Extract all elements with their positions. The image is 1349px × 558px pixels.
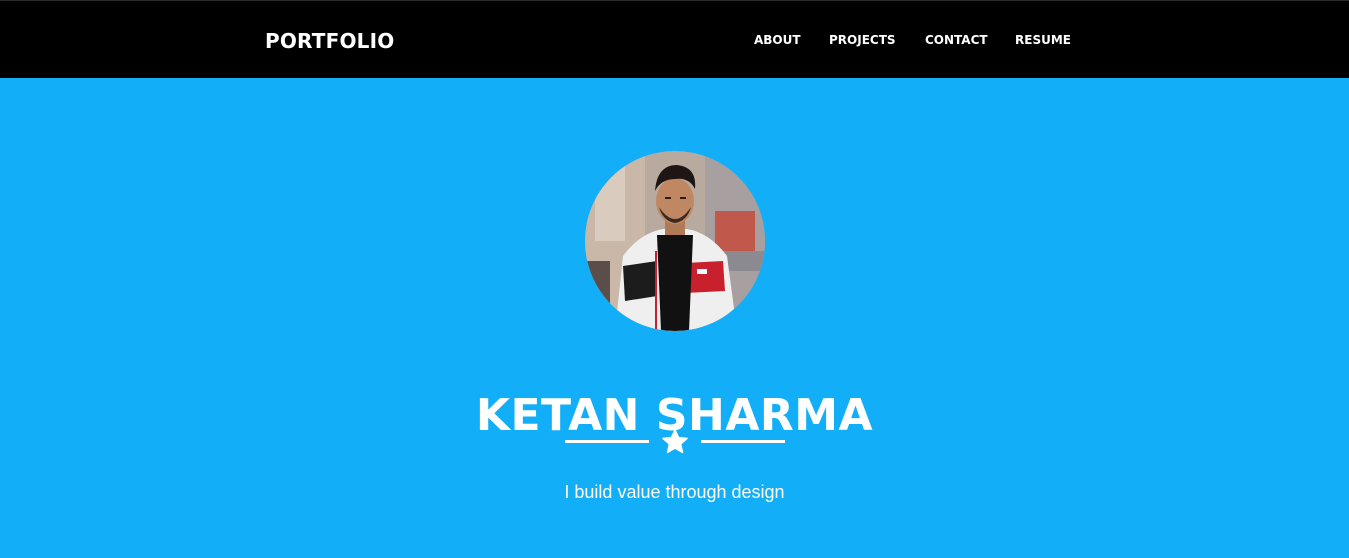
avatar (585, 151, 765, 331)
hero-section: KETAN SHARMA I build value through desig… (0, 78, 1349, 558)
hero-tagline: I build value through design (564, 482, 785, 502)
divider-line-right (701, 440, 785, 443)
divider-line-left (565, 440, 649, 443)
top-navbar: PORTFOLIO ABOUT PROJECTS CONTACT RESUME (0, 0, 1349, 78)
nav-link-about[interactable]: ABOUT (754, 32, 801, 48)
brand-logo-link[interactable]: PORTFOLIO (265, 29, 394, 53)
star-divider (565, 428, 785, 456)
nav-link-contact[interactable]: CONTACT (925, 32, 988, 48)
nav-link-projects[interactable]: PROJECTS (829, 32, 896, 48)
star-icon (662, 429, 688, 454)
nav-link-resume[interactable]: RESUME (1015, 32, 1071, 48)
profile-photo-image (585, 151, 765, 331)
